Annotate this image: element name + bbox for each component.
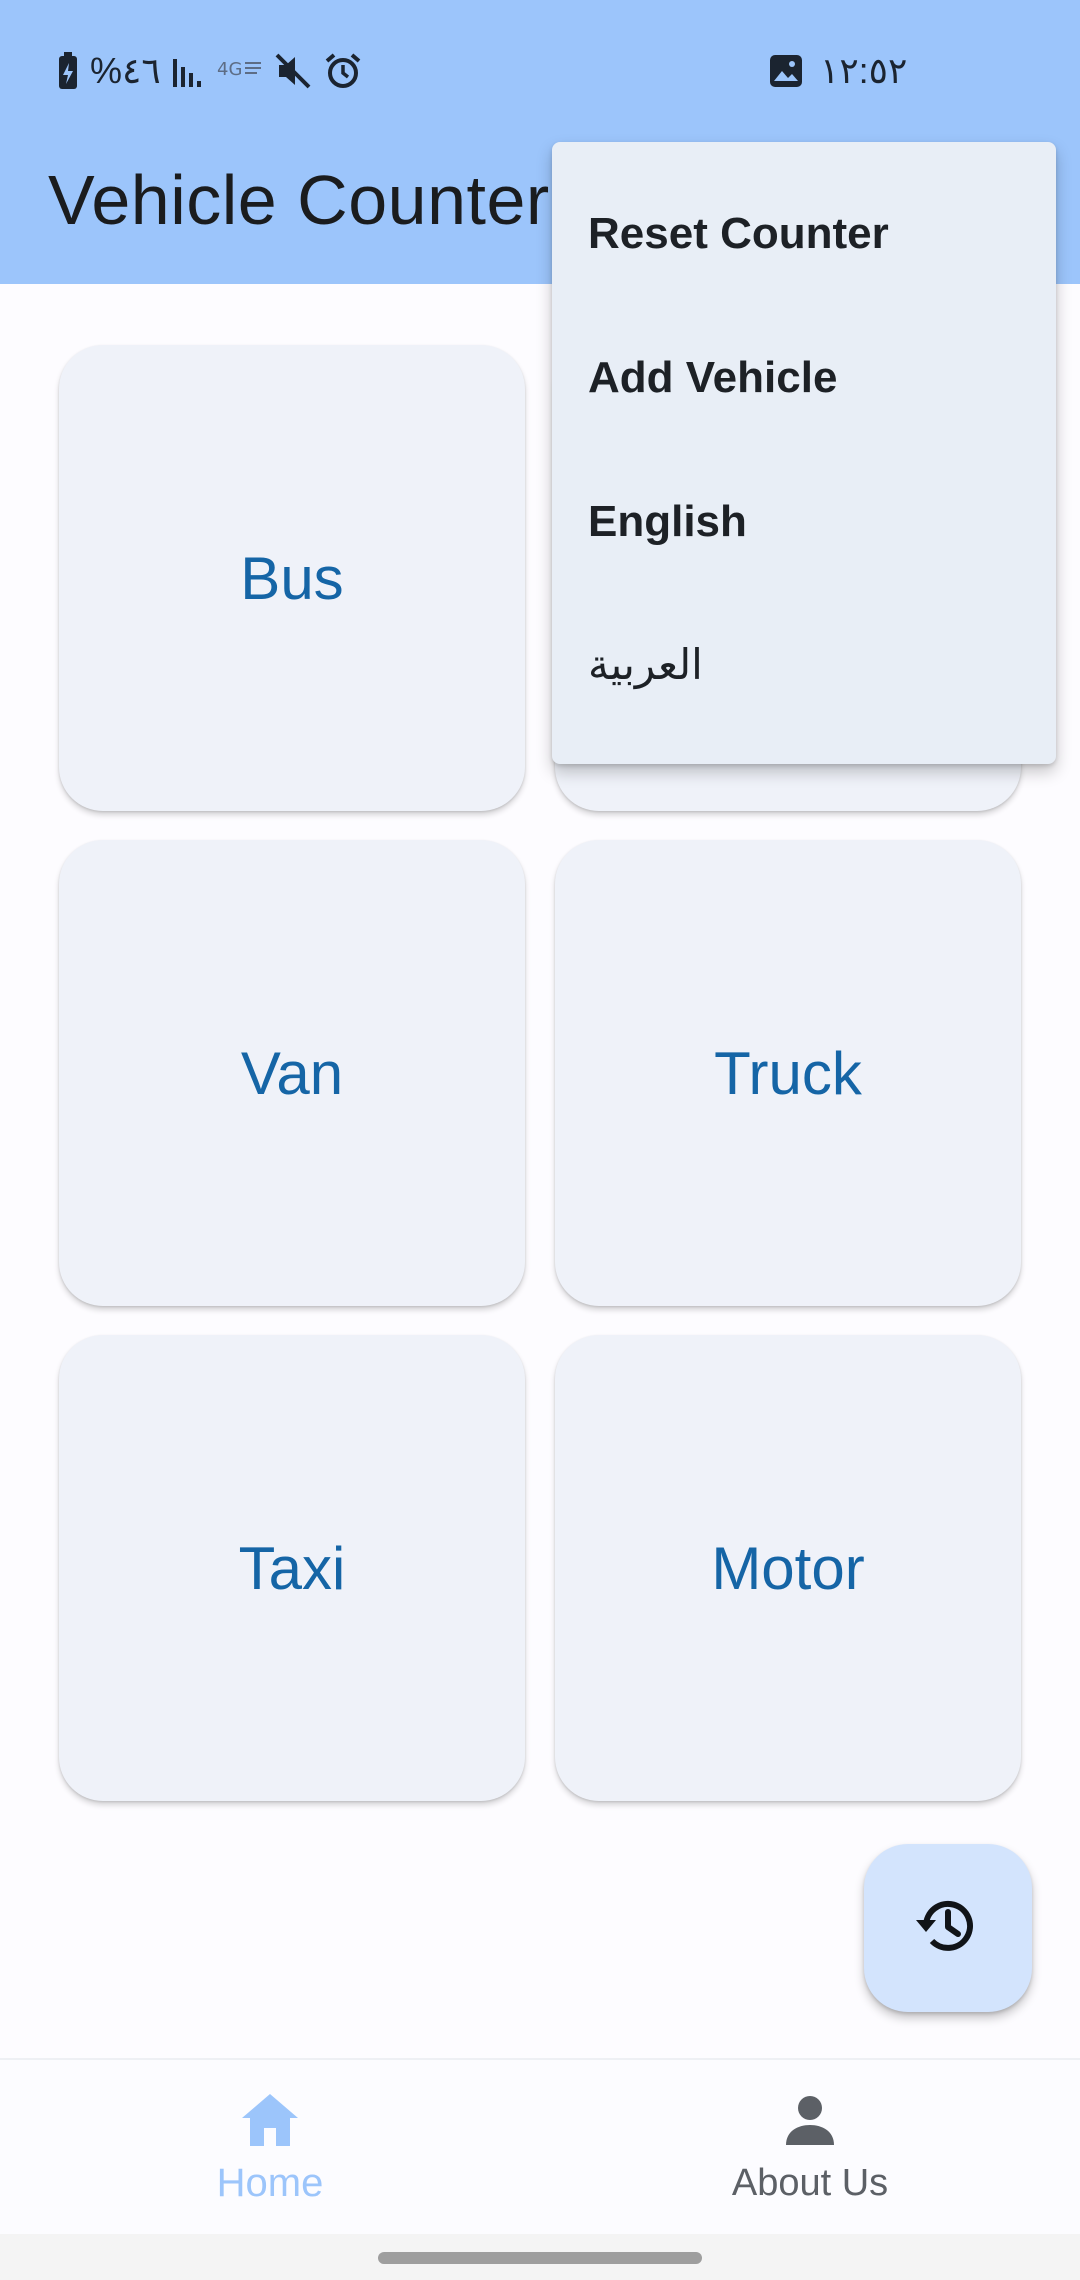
- menu-item-english[interactable]: English: [552, 450, 1056, 594]
- menu-item-reset-counter[interactable]: Reset Counter: [552, 162, 1056, 306]
- vehicle-card-truck[interactable]: Truck: [555, 840, 1021, 1306]
- vehicle-card-label: Van: [240, 1039, 344, 1107]
- battery-charging-icon: [56, 51, 80, 91]
- status-left: %٤٦ 4G: [56, 48, 363, 94]
- clock: ١٢:٥٢: [820, 50, 908, 91]
- page-title: Vehicle Counter: [48, 161, 550, 239]
- alarm-icon: [323, 51, 363, 91]
- vehicle-card-label: Motor: [711, 1534, 865, 1602]
- status-right: ١٢:٥٢: [768, 48, 907, 94]
- gesture-handle[interactable]: [378, 2252, 702, 2264]
- mute-icon: [273, 51, 313, 91]
- vehicle-card-van[interactable]: Van: [59, 840, 525, 1306]
- nav-about-us[interactable]: About Us: [540, 2060, 1080, 2236]
- battery-percent: %٤٦: [90, 50, 161, 91]
- vehicle-card-bus[interactable]: Bus: [59, 345, 525, 811]
- bottom-navigation: Home About Us: [0, 2058, 1080, 2234]
- gallery-icon: [768, 53, 804, 89]
- status-bar: %٤٦ 4G ١٢:٥٢: [0, 0, 1080, 140]
- person-icon: [780, 2091, 840, 2156]
- vehicle-card-label: Taxi: [238, 1534, 346, 1602]
- history-button[interactable]: [864, 1844, 1032, 2012]
- nav-home[interactable]: Home: [0, 2060, 540, 2236]
- vehicle-card-motor[interactable]: Motor: [555, 1335, 1021, 1801]
- svg-text:4G: 4G: [217, 59, 242, 80]
- network-4g-icon: 4G: [217, 57, 263, 85]
- gesture-bar: [0, 2234, 1080, 2280]
- menu-item-add-vehicle[interactable]: Add Vehicle: [552, 306, 1056, 450]
- menu-item-arabic[interactable]: العربية: [552, 592, 1056, 736]
- nav-home-label: Home: [216, 2161, 324, 2205]
- history-icon: [912, 1890, 984, 1967]
- signal-icon: [171, 53, 207, 89]
- home-icon: [238, 2090, 302, 2155]
- vehicle-card-label: Bus: [240, 544, 344, 612]
- nav-about-us-label: About Us: [731, 2162, 889, 2204]
- vehicle-card-taxi[interactable]: Taxi: [59, 1335, 525, 1801]
- overflow-menu: Reset Counter Add Vehicle English العربي…: [552, 142, 1056, 764]
- vehicle-card-label: Truck: [714, 1039, 862, 1107]
